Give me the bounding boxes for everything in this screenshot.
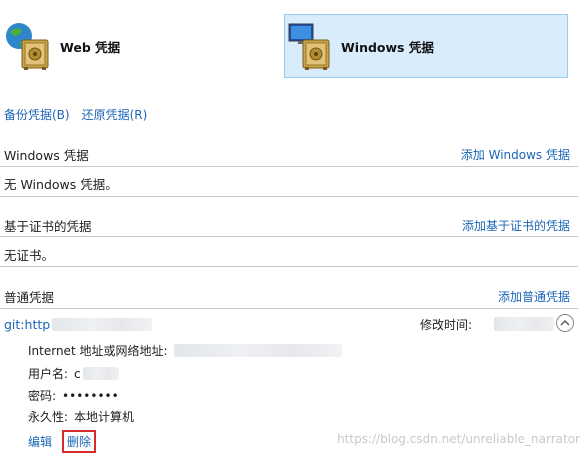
credential-modified: 修改时间: bbox=[420, 314, 555, 334]
add-generic-credential-link[interactable]: 添加普通凭据 bbox=[498, 288, 570, 305]
persistence-value: 本地计算机 bbox=[74, 410, 135, 424]
divider bbox=[0, 266, 578, 267]
collapse-button[interactable] bbox=[556, 314, 574, 332]
redacted-username bbox=[82, 367, 119, 380]
backup-restore-links: 备份凭据(B) 还原凭据(R) bbox=[4, 106, 147, 123]
redacted-url bbox=[52, 317, 153, 331]
delete-credential-link[interactable]: 删除 bbox=[67, 435, 91, 449]
windows-credentials-label: Windows 凭据 bbox=[341, 39, 434, 55]
chevron-up-icon bbox=[560, 320, 570, 326]
redacted-date bbox=[494, 317, 555, 331]
persistence-label: 永久性: bbox=[28, 410, 69, 424]
password-label: 密码: bbox=[28, 389, 57, 403]
username-label: 用户名: bbox=[28, 367, 69, 381]
delete-highlight: 删除 bbox=[62, 430, 97, 453]
redacted-address bbox=[173, 344, 342, 357]
certificate-section-header: 基于证书的凭据 添加基于证书的凭据 bbox=[4, 216, 570, 234]
restore-credentials-link[interactable]: 还原凭据(R) bbox=[82, 106, 148, 123]
generic-section-header: 普通凭据 添加普通凭据 bbox=[4, 287, 570, 305]
modified-label: 修改时间: bbox=[420, 317, 473, 332]
internet-address-label: Internet 地址或网络地址: bbox=[28, 344, 168, 358]
generic-section-title: 普通凭据 bbox=[4, 289, 55, 305]
web-credentials-tile[interactable]: Web 凭据 bbox=[4, 14, 264, 78]
windows-credential-safe-icon bbox=[288, 23, 330, 70]
add-certificate-credential-link[interactable]: 添加基于证书的凭据 bbox=[462, 217, 570, 234]
backup-credentials-link[interactable]: 备份凭据(B) bbox=[4, 106, 70, 123]
watermark: https://blog.csdn.net/unreliable_narrato… bbox=[337, 432, 580, 446]
credential-entry-name[interactable]: git:http bbox=[4, 317, 50, 332]
add-windows-credential-link[interactable]: 添加 Windows 凭据 bbox=[461, 146, 570, 163]
credential-actions: 编辑 删除 bbox=[28, 430, 97, 453]
edit-credential-link[interactable]: 编辑 bbox=[28, 433, 52, 450]
username-row: 用户名: c bbox=[28, 365, 119, 382]
web-credential-safe-icon bbox=[6, 23, 49, 70]
internet-address-row: Internet 地址或网络地址: bbox=[28, 342, 342, 359]
windows-section-empty: 无 Windows 凭据。 bbox=[4, 177, 118, 192]
divider bbox=[0, 166, 578, 167]
certificate-section-title: 基于证书的凭据 bbox=[4, 218, 92, 234]
certificate-section-empty: 无证书。 bbox=[4, 248, 55, 263]
windows-section-header: Windows 凭据 添加 Windows 凭据 bbox=[4, 145, 570, 163]
web-credentials-label: Web 凭据 bbox=[60, 39, 121, 55]
divider bbox=[0, 196, 578, 197]
generic-credential-entry[interactable]: git:http 修改时间: bbox=[4, 314, 574, 334]
username-value: c bbox=[74, 366, 81, 381]
windows-credentials-tile[interactable]: Windows 凭据 bbox=[284, 14, 568, 78]
password-value: •••••••• bbox=[62, 388, 119, 403]
divider bbox=[0, 236, 578, 237]
windows-section-title: Windows 凭据 bbox=[4, 147, 89, 163]
divider bbox=[0, 308, 578, 309]
password-row: 密码: •••••••• bbox=[28, 387, 119, 404]
persistence-row: 永久性: 本地计算机 bbox=[28, 408, 134, 425]
